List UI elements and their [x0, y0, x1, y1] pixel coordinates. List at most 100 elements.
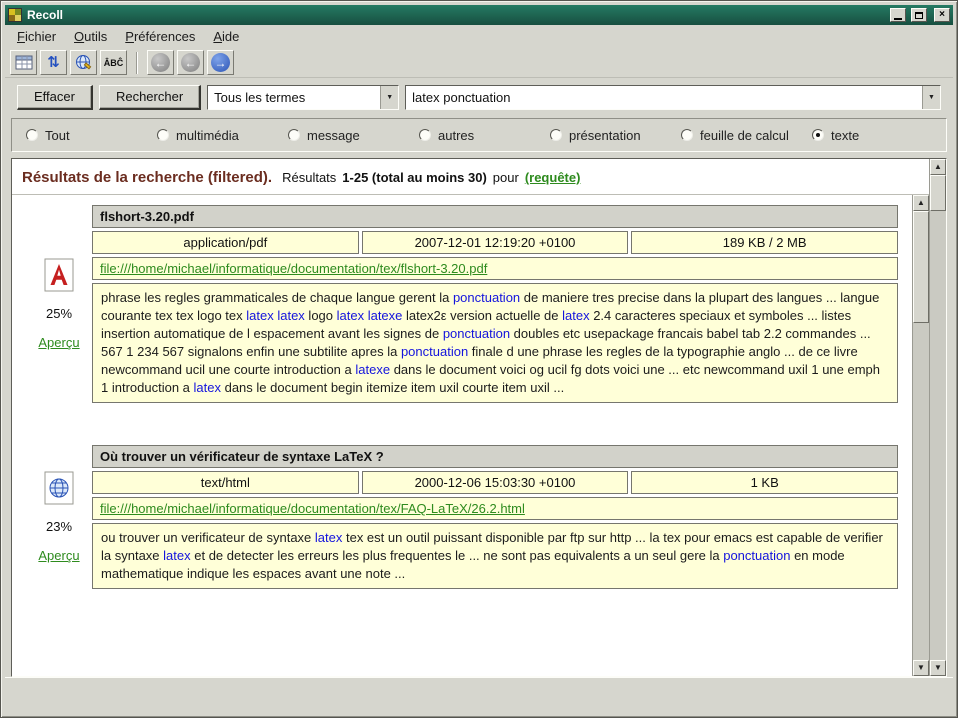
result-date: 2007-12-01 12:19:20 +0100 [362, 231, 629, 254]
result-url-cell: file:///home/michael/informatique/docume… [92, 257, 898, 280]
results-pane: Résultats de la recherche (filtered). Ré… [11, 158, 947, 677]
next-page-icon: → [211, 53, 230, 72]
chevron-down-icon[interactable]: ▼ [922, 86, 940, 109]
html-file-icon [44, 471, 74, 505]
filter-autres[interactable]: autres [419, 128, 550, 143]
results-list-scrollbar[interactable]: ▲ ▼ [912, 195, 929, 676]
preview-link[interactable]: Aperçu [38, 335, 79, 350]
maximize-button[interactable] [911, 8, 927, 22]
search-mode-select[interactable]: Tous les termes ▼ [207, 85, 399, 110]
maximize-icon [915, 12, 923, 19]
toolbar-separator [136, 52, 138, 74]
scrollbar-thumb[interactable] [913, 211, 929, 323]
result-title: Où trouver un vérificateur de syntaxe La… [92, 445, 898, 468]
first-page-button[interactable]: ← [147, 50, 174, 75]
filter-feuille-de-calcul[interactable]: feuille de calcul [681, 128, 812, 143]
result-date: 2000-12-06 15:03:30 +0100 [362, 471, 629, 494]
relevance-percent: 25% [46, 306, 72, 321]
results-word: Résultats [282, 170, 336, 185]
sort-arrows-icon: ⇅ [47, 55, 60, 70]
scroll-up-icon[interactable]: ▲ [930, 159, 946, 175]
radio-icon [288, 129, 300, 141]
filter-multimedia[interactable]: multimédia [157, 128, 288, 143]
previous-page-icon: ← [181, 53, 200, 72]
chevron-down-icon[interactable]: ▼ [380, 86, 398, 109]
search-button[interactable]: Rechercher [99, 85, 201, 110]
close-button[interactable]: × [934, 8, 950, 22]
document-history-button[interactable] [70, 50, 97, 75]
result-meta-row: text/html 2000-12-06 15:03:30 +0100 1 KB [92, 471, 898, 494]
results-header: Résultats de la recherche (filtered). Ré… [12, 159, 929, 195]
next-page-button[interactable]: → [207, 50, 234, 75]
scroll-up-icon[interactable]: ▲ [913, 195, 929, 211]
query-details-link[interactable]: (requête) [525, 170, 581, 185]
filter-message[interactable]: message [288, 128, 419, 143]
sort-by-date-button[interactable]: ⇅ [40, 50, 67, 75]
menu-aide[interactable]: Aide [205, 26, 247, 47]
filter-tout[interactable]: Tout [26, 128, 157, 143]
search-input[interactable] [406, 86, 922, 109]
radio-icon [681, 129, 693, 141]
preview-link[interactable]: Aperçu [38, 548, 79, 563]
results-pane-scrollbar[interactable]: ▲ ▼ [929, 159, 946, 676]
result-title: flshort-3.20.pdf [92, 205, 898, 228]
first-page-icon: ← [151, 53, 170, 72]
result-url-cell: file:///home/michael/informatique/docume… [92, 497, 898, 520]
scroll-down-icon[interactable]: ▼ [913, 660, 929, 676]
results-body: 25% Aperçu flshort-3.20.pdf application/… [12, 195, 929, 676]
result-url-link[interactable]: file:///home/michael/informatique/docume… [100, 261, 487, 276]
titlebar[interactable]: Recoll × [5, 5, 953, 25]
result-table: Où trouver un vérificateur de syntaxe La… [92, 445, 898, 589]
result-meta-row: application/pdf 2007-12-01 12:19:20 +010… [92, 231, 898, 254]
results-range: 1-25 (total au moins 30) [342, 170, 486, 185]
results-pour: pour [493, 170, 519, 185]
result-snippet: phrase les regles grammaticales de chaqu… [92, 283, 898, 403]
menu-fichier[interactable]: Fichier [9, 26, 64, 47]
table-grid-icon [15, 55, 33, 70]
menu-preferences[interactable]: Préférences [117, 26, 203, 47]
pdf-file-icon [44, 258, 74, 292]
result-side-panel: 23% Aperçu [26, 445, 92, 589]
search-query-combo: ▼ [405, 85, 941, 110]
scrollbar-track[interactable] [930, 175, 946, 660]
search-mode-value: Tous les termes [208, 86, 380, 109]
results-main: Résultats de la recherche (filtered). Ré… [12, 159, 929, 676]
result-item: 25% Aperçu flshort-3.20.pdf application/… [26, 205, 906, 403]
globe-pencil-icon [75, 54, 93, 71]
filter-presentation[interactable]: présentation [550, 128, 681, 143]
menu-outils[interactable]: Outils [66, 26, 115, 47]
window-title: Recoll [27, 8, 885, 22]
relevance-percent: 23% [46, 519, 72, 534]
result-url-link[interactable]: file:///home/michael/informatique/docume… [100, 501, 525, 516]
result-item: 23% Aperçu Où trouver un vérificateur de… [26, 445, 906, 589]
minimize-button[interactable] [890, 8, 906, 22]
result-size: 189 KB / 2 MB [631, 231, 898, 254]
clear-button[interactable]: Effacer [17, 85, 93, 110]
results-list: 25% Aperçu flshort-3.20.pdf application/… [12, 195, 912, 676]
result-mime-type: application/pdf [92, 231, 359, 254]
radio-icon [812, 129, 824, 141]
result-table: flshort-3.20.pdf application/pdf 2007-12… [92, 205, 898, 403]
clear-search-button[interactable] [10, 50, 37, 75]
result-snippet: ou trouver un verificateur de syntaxe la… [92, 523, 898, 589]
scrollbar-thumb[interactable] [930, 175, 946, 211]
minimize-icon [894, 18, 902, 20]
result-size: 1 KB [631, 471, 898, 494]
previous-page-button[interactable]: ← [177, 50, 204, 75]
spellcheck-icon: ÂBĈ [104, 58, 124, 68]
radio-icon [157, 129, 169, 141]
scrollbar-track[interactable] [913, 211, 929, 660]
scroll-down-icon[interactable]: ▼ [930, 660, 946, 676]
radio-icon [419, 129, 431, 141]
category-filter-bar: Tout multimédia message autres présentat… [11, 118, 947, 152]
term-explorer-button[interactable]: ÂBĈ [100, 50, 127, 75]
close-icon: × [939, 10, 945, 20]
radio-icon [550, 129, 562, 141]
result-mime-type: text/html [92, 471, 359, 494]
app-icon [8, 8, 22, 22]
filter-texte[interactable]: texte [812, 128, 943, 143]
search-bar: Effacer Rechercher Tous les termes ▼ ▼ [5, 84, 953, 110]
result-side-panel: 25% Aperçu [26, 205, 92, 403]
app-window: Recoll × Fichier Outils Préférences Aide… [0, 0, 958, 718]
statusbar [5, 677, 953, 713]
